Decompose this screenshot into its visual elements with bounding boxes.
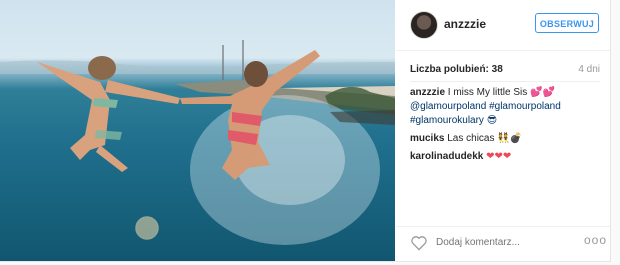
- more-options-icon[interactable]: ooo: [584, 233, 607, 247]
- post-username[interactable]: anzzzie: [444, 17, 486, 31]
- divider: [410, 81, 600, 82]
- comment-item: karolinadudekk ❤❤❤: [410, 150, 600, 164]
- follow-button[interactable]: OBSERWUJ: [535, 13, 599, 33]
- comment-username[interactable]: anzzzie: [410, 87, 445, 98]
- post-card: anzzzie OBSERWUJ Liczba polubień: 38 4 d…: [0, 0, 611, 262]
- post-header: anzzzie OBSERWUJ: [396, 0, 610, 51]
- comment-text: Las chicas 👯💣: [447, 133, 523, 144]
- comment-item: muciks Las chicas 👯💣: [410, 132, 600, 146]
- comment-item: anzzzie I miss My little Sis 💕💕 @glamour…: [410, 86, 600, 128]
- add-comment-input[interactable]: [436, 237, 556, 248]
- comment-username[interactable]: muciks: [410, 133, 444, 144]
- comment-text: ❤❤❤: [486, 151, 512, 162]
- heart-icon[interactable]: [410, 235, 428, 251]
- comment-username[interactable]: karolinadudekk: [410, 151, 483, 162]
- likes-row: Liczba polubień: 38 4 dni: [410, 64, 600, 78]
- avatar[interactable]: [410, 11, 438, 39]
- post-photo[interactable]: [0, 0, 395, 261]
- comment-list: anzzzie I miss My little Sis 💕💕 @glamour…: [410, 86, 600, 168]
- post-side-panel: anzzzie OBSERWUJ Liczba polubień: 38 4 d…: [396, 0, 610, 261]
- likes-count[interactable]: 38: [492, 64, 503, 75]
- comment-hashtags[interactable]: @glamourpoland #glamourpoland #glamourok…: [410, 101, 561, 126]
- post-time[interactable]: 4 dni: [578, 64, 600, 75]
- likes-label: Liczba polubień:: [410, 64, 489, 75]
- comment-text: I miss My little Sis 💕💕: [447, 87, 555, 98]
- photo-illustration: [0, 40, 395, 245]
- post-footer: ooo: [396, 226, 610, 257]
